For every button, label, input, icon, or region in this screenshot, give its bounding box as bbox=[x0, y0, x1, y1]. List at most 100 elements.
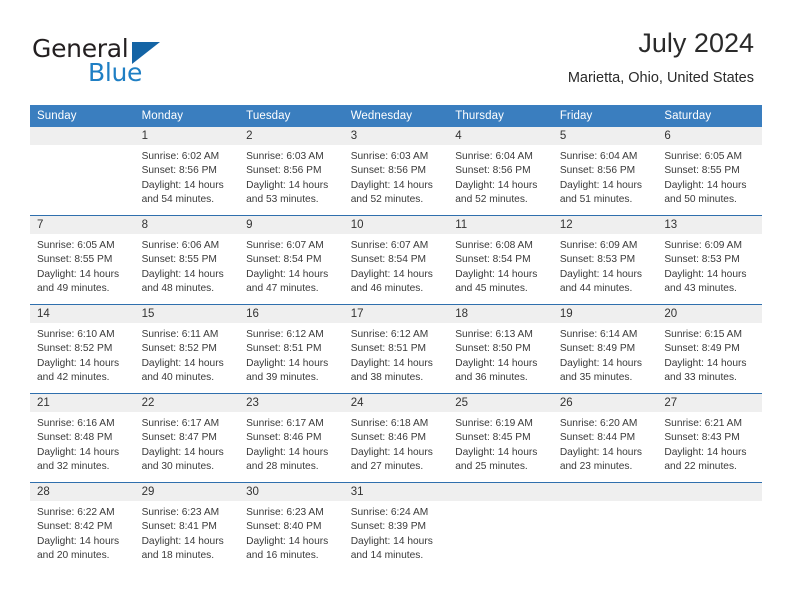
day-sunrise-text: Sunrise: 6:18 AM bbox=[350, 418, 429, 429]
day-sunset-text: Sunset: 8:49 PM bbox=[664, 343, 740, 355]
calendar-day-cell[interactable]: 14 Sunrise: 6:10 AM Sunset: 8:52 PM Dayligh… bbox=[30, 304, 135, 394]
calendar-day-cell[interactable]: 28 Sunrise: 6:22 AM Sunset: 8:42 PM Dayligh… bbox=[30, 482, 135, 571]
day-number: 25 bbox=[448, 394, 553, 412]
day-daylight-line1-text: Daylight: 14 hours bbox=[141, 535, 224, 547]
calendar-day-cell[interactable]: 20 Sunrise: 6:15 AM Sunset: 8:49 PM Dayligh… bbox=[657, 304, 762, 394]
calendar-day-cell[interactable]: 18 Sunrise: 6:13 AM Sunset: 8:50 PM Dayligh… bbox=[448, 304, 553, 394]
calendar-day-cell[interactable]: 2 Sunrise: 6:03 AM Sunset: 8:56 PM Daylight… bbox=[239, 127, 344, 216]
weekday-header-saturday: Saturday bbox=[657, 105, 762, 127]
day-cell-inner: 10 Sunrise: 6:07 AM Sunset: 8:54 PM Dayligh… bbox=[343, 216, 449, 304]
calendar-day-cell[interactable]: 24 Sunrise: 6:18 AM Sunset: 8:46 PM Dayligh… bbox=[343, 393, 449, 483]
page-title: July 2024 bbox=[638, 28, 754, 58]
day-number: 2 bbox=[239, 127, 344, 145]
calendar-day-cell[interactable]: 1 Sunrise: 6:02 AM Sunset: 8:56 PM Daylight… bbox=[134, 127, 240, 216]
day-cell-inner: 1 Sunrise: 6:02 AM Sunset: 8:56 PM Daylight… bbox=[134, 127, 240, 215]
day-cell-details bbox=[30, 145, 135, 150]
calendar-day-cell[interactable]: 21 Sunrise: 6:16 AM Sunset: 8:48 PM Dayligh… bbox=[30, 393, 135, 483]
day-daylight-line2-text: and 50 minutes. bbox=[664, 193, 737, 205]
page-subtitle: Marietta, Ohio, United States bbox=[567, 70, 754, 86]
calendar-day-cell[interactable]: 29 Sunrise: 6:23 AM Sunset: 8:41 PM Dayligh… bbox=[134, 482, 240, 571]
day-sunrise-text: Sunrise: 6:12 AM bbox=[350, 329, 429, 340]
day-daylight-line1-text: Daylight: 14 hours bbox=[350, 268, 433, 280]
day-cell-details: Sunrise: 6:05 AM Sunset: 8:55 PM Daylight:… bbox=[657, 145, 762, 207]
day-number: 21 bbox=[30, 394, 135, 412]
calendar-day-cell[interactable]: 16 Sunrise: 6:12 AM Sunset: 8:51 PM Dayligh… bbox=[239, 304, 344, 394]
day-sunrise-text: Sunrise: 6:20 AM bbox=[559, 418, 638, 429]
calendar-day-cell[interactable]: 5 Sunrise: 6:04 AM Sunset: 8:56 PM Daylight… bbox=[552, 127, 658, 216]
day-daylight-line1-text: Daylight: 14 hours bbox=[559, 268, 642, 280]
day-cell-inner: 12 Sunrise: 6:09 AM Sunset: 8:53 PM Dayligh… bbox=[552, 216, 658, 304]
day-daylight-line2-text: and 27 minutes. bbox=[350, 460, 424, 472]
calendar-day-cell-empty bbox=[657, 482, 762, 571]
day-number: 15 bbox=[134, 305, 240, 323]
day-daylight-line2-text: and 46 minutes. bbox=[350, 282, 424, 294]
day-cell-inner bbox=[657, 483, 762, 571]
day-sunrise-text: Sunrise: 6:04 AM bbox=[559, 151, 638, 162]
day-cell-inner: 31 Sunrise: 6:24 AM Sunset: 8:39 PM Dayligh… bbox=[343, 483, 449, 571]
day-daylight-line2-text: and 51 minutes. bbox=[559, 193, 633, 205]
calendar-day-cell[interactable]: 15 Sunrise: 6:11 AM Sunset: 8:52 PM Dayligh… bbox=[134, 304, 240, 394]
day-number bbox=[552, 483, 658, 501]
day-cell-details: Sunrise: 6:17 AM Sunset: 8:47 PM Daylight:… bbox=[135, 412, 240, 474]
day-sunrise-text: Sunrise: 6:07 AM bbox=[350, 240, 429, 251]
day-cell-inner: 21 Sunrise: 6:16 AM Sunset: 8:48 PM Dayligh… bbox=[30, 394, 135, 482]
calendar-day-cell[interactable]: 12 Sunrise: 6:09 AM Sunset: 8:53 PM Dayligh… bbox=[552, 215, 658, 305]
day-sunset-text: Sunset: 8:54 PM bbox=[246, 254, 322, 266]
day-cell-details: Sunrise: 6:21 AM Sunset: 8:43 PM Daylight:… bbox=[657, 412, 762, 474]
day-sunrise-text: Sunrise: 6:05 AM bbox=[37, 240, 115, 251]
calendar-day-cell[interactable]: 8 Sunrise: 6:06 AM Sunset: 8:55 PM Daylight… bbox=[134, 215, 240, 305]
calendar-day-cell[interactable]: 11 Sunrise: 6:08 AM Sunset: 8:54 PM Dayligh… bbox=[448, 215, 553, 305]
day-sunset-text: Sunset: 8:56 PM bbox=[455, 165, 531, 177]
day-number: 31 bbox=[343, 483, 449, 501]
calendar-day-cell[interactable]: 27 Sunrise: 6:21 AM Sunset: 8:43 PM Dayligh… bbox=[657, 393, 762, 483]
day-daylight-line1-text: Daylight: 14 hours bbox=[664, 446, 747, 458]
day-sunrise-text: Sunrise: 6:22 AM bbox=[37, 507, 115, 518]
day-number: 3 bbox=[343, 127, 449, 145]
day-daylight-line1-text: Daylight: 14 hours bbox=[559, 446, 642, 458]
calendar-week-row: 7 Sunrise: 6:05 AM Sunset: 8:55 PM Daylight… bbox=[30, 215, 762, 305]
calendar-day-cell[interactable]: 10 Sunrise: 6:07 AM Sunset: 8:54 PM Dayligh… bbox=[343, 215, 449, 305]
calendar-day-cell[interactable]: 9 Sunrise: 6:07 AM Sunset: 8:54 PM Daylight… bbox=[239, 215, 344, 305]
day-sunrise-text: Sunrise: 6:02 AM bbox=[141, 151, 220, 162]
day-cell-details: Sunrise: 6:02 AM Sunset: 8:56 PM Daylight:… bbox=[135, 145, 240, 207]
calendar-day-cell-empty bbox=[448, 482, 553, 571]
day-cell-inner: 18 Sunrise: 6:13 AM Sunset: 8:50 PM Dayligh… bbox=[448, 305, 553, 393]
day-sunrise-text: Sunrise: 6:09 AM bbox=[664, 240, 742, 251]
day-sunset-text: Sunset: 8:56 PM bbox=[350, 165, 427, 177]
day-daylight-line1-text: Daylight: 14 hours bbox=[664, 268, 747, 280]
calendar-day-cell[interactable]: 23 Sunrise: 6:17 AM Sunset: 8:46 PM Dayligh… bbox=[239, 393, 344, 483]
calendar-day-cell[interactable]: 30 Sunrise: 6:23 AM Sunset: 8:40 PM Dayligh… bbox=[239, 482, 344, 571]
day-number bbox=[657, 483, 762, 501]
day-daylight-line1-text: Daylight: 14 hours bbox=[246, 535, 329, 547]
calendar-day-cell[interactable]: 13 Sunrise: 6:09 AM Sunset: 8:53 PM Dayligh… bbox=[657, 215, 762, 305]
calendar-day-cell[interactable]: 7 Sunrise: 6:05 AM Sunset: 8:55 PM Daylight… bbox=[30, 215, 135, 305]
day-daylight-line2-text: and 52 minutes. bbox=[455, 193, 528, 205]
calendar-day-cell[interactable]: 6 Sunrise: 6:05 AM Sunset: 8:55 PM Daylight… bbox=[657, 127, 762, 216]
day-sunrise-text: Sunrise: 6:10 AM bbox=[37, 329, 115, 340]
calendar-day-cell[interactable]: 4 Sunrise: 6:04 AM Sunset: 8:56 PM Daylight… bbox=[448, 127, 553, 216]
calendar-day-cell[interactable]: 25 Sunrise: 6:19 AM Sunset: 8:45 PM Dayligh… bbox=[448, 393, 553, 483]
day-sunset-text: Sunset: 8:41 PM bbox=[141, 521, 217, 533]
day-sunrise-text: Sunrise: 6:17 AM bbox=[141, 418, 220, 429]
day-cell-inner: 5 Sunrise: 6:04 AM Sunset: 8:56 PM Daylight… bbox=[552, 127, 658, 215]
day-daylight-line1-text: Daylight: 14 hours bbox=[350, 179, 433, 191]
day-daylight-line2-text: and 20 minutes. bbox=[37, 549, 110, 561]
day-daylight-line2-text: and 40 minutes. bbox=[141, 371, 215, 383]
day-number: 7 bbox=[30, 216, 135, 234]
day-cell-inner: 26 Sunrise: 6:20 AM Sunset: 8:44 PM Dayligh… bbox=[552, 394, 658, 482]
day-cell-inner: 27 Sunrise: 6:21 AM Sunset: 8:43 PM Dayligh… bbox=[657, 394, 762, 482]
calendar-day-cell[interactable]: 31 Sunrise: 6:24 AM Sunset: 8:39 PM Dayligh… bbox=[343, 482, 449, 571]
brand-logo[interactable]: General Blue bbox=[32, 34, 262, 90]
day-cell-details: Sunrise: 6:13 AM Sunset: 8:50 PM Daylight:… bbox=[448, 323, 553, 385]
day-daylight-line2-text: and 45 minutes. bbox=[455, 282, 528, 294]
day-daylight-line2-text: and 25 minutes. bbox=[455, 460, 528, 472]
day-daylight-line2-text: and 43 minutes. bbox=[664, 282, 737, 294]
day-cell-inner: 15 Sunrise: 6:11 AM Sunset: 8:52 PM Dayligh… bbox=[134, 305, 240, 393]
calendar-day-cell[interactable]: 19 Sunrise: 6:14 AM Sunset: 8:49 PM Dayligh… bbox=[552, 304, 658, 394]
calendar-day-cell[interactable]: 26 Sunrise: 6:20 AM Sunset: 8:44 PM Dayligh… bbox=[552, 393, 658, 483]
calendar-day-cell[interactable]: 3 Sunrise: 6:03 AM Sunset: 8:56 PM Daylight… bbox=[343, 127, 449, 216]
day-number: 4 bbox=[448, 127, 553, 145]
day-cell-details: Sunrise: 6:04 AM Sunset: 8:56 PM Daylight:… bbox=[553, 145, 658, 207]
calendar-day-cell[interactable]: 22 Sunrise: 6:17 AM Sunset: 8:47 PM Dayligh… bbox=[134, 393, 240, 483]
calendar-day-cell[interactable]: 17 Sunrise: 6:12 AM Sunset: 8:51 PM Dayligh… bbox=[343, 304, 449, 394]
